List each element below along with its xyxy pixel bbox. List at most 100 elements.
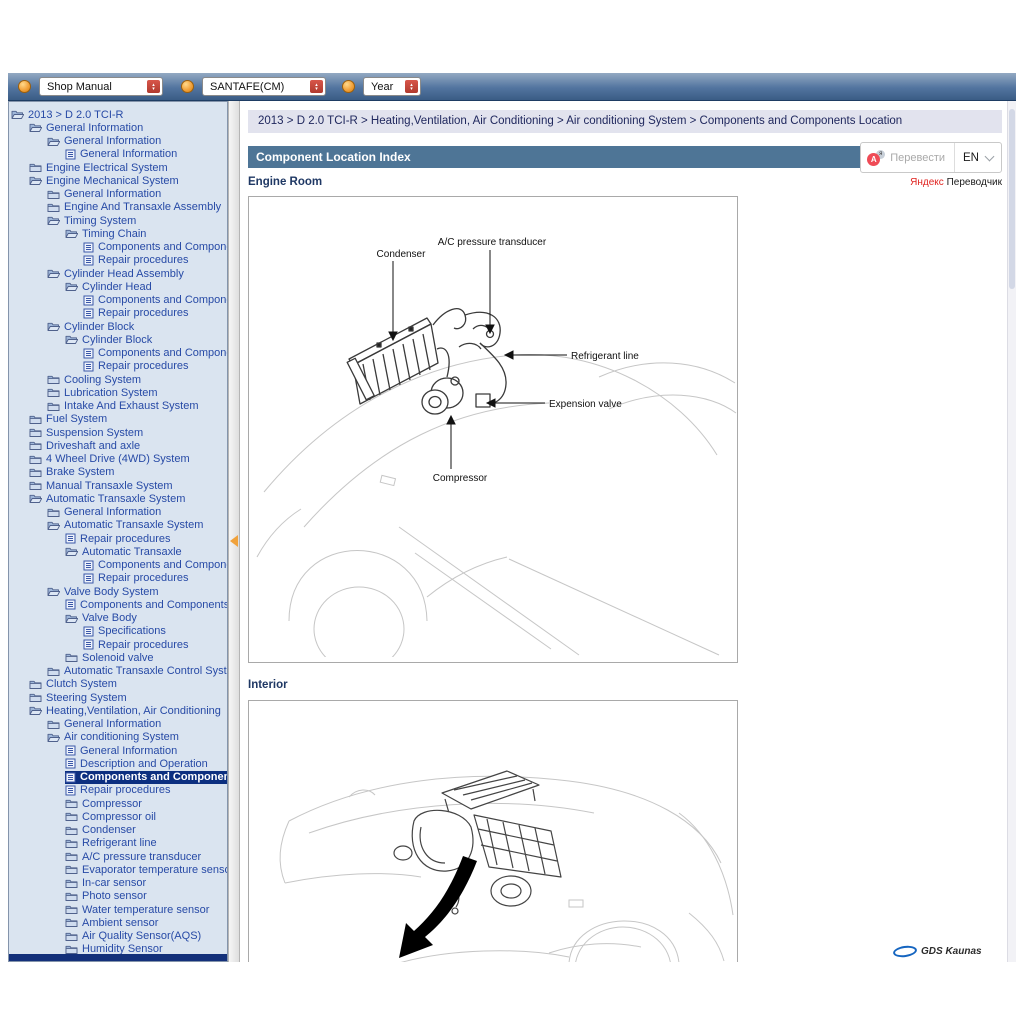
tree-item[interactable]: Steering System bbox=[9, 691, 227, 704]
select-stepper-icon[interactable] bbox=[147, 80, 160, 93]
tree-item[interactable]: Air conditioning System bbox=[9, 731, 227, 744]
tree-item[interactable]: Repair procedures bbox=[9, 254, 227, 267]
tree-item[interactable]: Photo sensor bbox=[9, 890, 227, 903]
tree-item[interactable]: General Information bbox=[9, 121, 227, 134]
tree-item[interactable]: Evaporator temperature sensor bbox=[9, 863, 227, 876]
tree-item[interactable]: General Information bbox=[9, 135, 227, 148]
translate-widget[interactable]: я А Перевести EN bbox=[860, 142, 1002, 173]
tree-item[interactable]: Repair procedures bbox=[9, 532, 227, 545]
folder-open-icon bbox=[47, 520, 60, 531]
tree-item[interactable]: Refrigerant line bbox=[9, 837, 227, 850]
tree-item[interactable]: Ambient sensor bbox=[9, 916, 227, 929]
tree-item[interactable]: General Information bbox=[9, 744, 227, 757]
tree-item[interactable]: Valve Body System bbox=[9, 585, 227, 598]
vertical-scrollbar[interactable] bbox=[1007, 101, 1016, 962]
tree-item[interactable]: Driveshaft and axle bbox=[9, 439, 227, 452]
tree-item[interactable]: Humidity Sensor bbox=[9, 943, 227, 956]
tree-item-label: Ambient sensor bbox=[82, 917, 158, 929]
tree-item[interactable]: Engine And Transaxle Assembly bbox=[9, 201, 227, 214]
tree-item[interactable]: Automatic Transaxle Control System bbox=[9, 665, 227, 678]
orange-dot-icon[interactable] bbox=[181, 80, 194, 93]
tree-item[interactable]: Valve Body bbox=[9, 612, 227, 625]
yandex-brand[interactable]: Яндекс Переводчик bbox=[910, 177, 1002, 188]
folder-closed-icon bbox=[47, 719, 60, 730]
tree-item[interactable]: Lubrication System bbox=[9, 386, 227, 399]
translate-button[interactable]: Перевести bbox=[890, 147, 945, 169]
tree-item[interactable]: Clutch System bbox=[9, 678, 227, 691]
language-value: EN bbox=[963, 147, 979, 169]
tree-item[interactable]: Manual Transaxle System bbox=[9, 479, 227, 492]
tree-item[interactable]: Components and Components Location bbox=[9, 241, 227, 254]
tree-item[interactable]: Brake System bbox=[9, 466, 227, 479]
tree-item[interactable]: Suspension System bbox=[9, 426, 227, 439]
tree-item-label: Automatic Transaxle bbox=[82, 546, 182, 558]
tree-item-label: Timing System bbox=[64, 215, 136, 227]
tree-item[interactable]: Cylinder Block bbox=[9, 333, 227, 346]
tree-item[interactable]: General Information bbox=[9, 718, 227, 731]
collapse-sidebar-icon[interactable] bbox=[230, 535, 238, 547]
tree-item[interactable]: Timing System bbox=[9, 214, 227, 227]
tree-item[interactable]: Description and Operation bbox=[9, 757, 227, 770]
tree-item[interactable]: Timing Chain bbox=[9, 227, 227, 240]
tree-item[interactable]: In-car sensor bbox=[9, 877, 227, 890]
tree-item[interactable]: Automatic Transaxle bbox=[9, 545, 227, 558]
folder-closed-icon bbox=[47, 189, 60, 200]
tree-item[interactable]: Repair procedures bbox=[9, 307, 227, 320]
tree-item[interactable]: Fuel System bbox=[9, 413, 227, 426]
tree-item[interactable]: General Information bbox=[9, 148, 227, 161]
refrigerant-line-label: Refrigerant line bbox=[571, 351, 639, 362]
tree-item[interactable]: A/C pressure transducer bbox=[9, 850, 227, 863]
tree-item[interactable]: Water temperature sensor bbox=[9, 903, 227, 916]
tree-item[interactable]: Repair procedures bbox=[9, 638, 227, 651]
folder-closed-icon bbox=[65, 825, 78, 836]
folder-closed-icon bbox=[65, 798, 78, 809]
tree-item[interactable]: Components and Components Location bbox=[9, 294, 227, 307]
manual-type-select[interactable]: Shop Manual bbox=[39, 77, 163, 96]
tree-item[interactable]: Repair procedures bbox=[9, 784, 227, 797]
tree-item-label: Repair procedures bbox=[98, 572, 189, 584]
tree-item[interactable]: Compressor bbox=[9, 797, 227, 810]
tree-item-label: Manual Transaxle System bbox=[46, 480, 173, 492]
tree-item[interactable]: General Information bbox=[9, 188, 227, 201]
tree-item[interactable]: Condenser bbox=[9, 824, 227, 837]
tree-item[interactable]: Cooling System bbox=[9, 373, 227, 386]
tree-item[interactable]: Solenoid valve bbox=[9, 651, 227, 664]
panel-splitter[interactable] bbox=[228, 101, 240, 962]
tree-item[interactable]: Repair procedures bbox=[9, 572, 227, 585]
folder-closed-icon bbox=[29, 414, 42, 425]
tree-item-label: Brake System bbox=[46, 466, 114, 478]
tree-item[interactable]: Automatic Transaxle System bbox=[9, 519, 227, 532]
year-select[interactable]: Year bbox=[363, 77, 421, 96]
select-stepper-icon[interactable] bbox=[310, 80, 323, 93]
tree-item[interactable]: Components and Components Location bbox=[9, 559, 227, 572]
tree-item[interactable]: Repair procedures bbox=[9, 360, 227, 373]
orange-dot-icon[interactable] bbox=[18, 80, 31, 93]
tree-item[interactable]: Compressor oil bbox=[9, 810, 227, 823]
tree-item-label: Refrigerant line bbox=[82, 837, 157, 849]
tree-item[interactable]: Intake And Exhaust System bbox=[9, 400, 227, 413]
tree-item[interactable]: Components and Components Location bbox=[9, 347, 227, 360]
tree-item[interactable]: Cylinder Head bbox=[9, 280, 227, 293]
vehicle-select[interactable]: SANTAFE(CM) bbox=[202, 77, 326, 96]
document-icon bbox=[83, 573, 94, 584]
orange-dot-icon[interactable] bbox=[342, 80, 355, 93]
folder-closed-icon bbox=[29, 480, 42, 491]
tree-item[interactable]: Air Quality Sensor(AQS) bbox=[9, 930, 227, 943]
tree-item[interactable]: Automatic Transaxle System bbox=[9, 492, 227, 505]
tree-item[interactable]: 2013 > D 2.0 TCI-R bbox=[9, 108, 227, 121]
tree-item[interactable]: Specifications bbox=[9, 625, 227, 638]
tree-item-label: Fuel System bbox=[46, 413, 107, 425]
tree-item[interactable]: Components and Components Location bbox=[9, 598, 227, 611]
language-select[interactable]: EN bbox=[954, 143, 1001, 172]
tree-item[interactable]: 4 Wheel Drive (4WD) System bbox=[9, 453, 227, 466]
tree-item[interactable]: Engine Electrical System bbox=[9, 161, 227, 174]
folder-open-icon bbox=[65, 613, 78, 624]
tree-item[interactable]: Components and Components Location bbox=[9, 771, 227, 784]
tree-item[interactable]: Cylinder Block bbox=[9, 320, 227, 333]
select-stepper-icon[interactable] bbox=[405, 80, 418, 93]
tree-item[interactable]: Heating,Ventilation, Air Conditioning bbox=[9, 704, 227, 717]
tree-item[interactable]: Cylinder Head Assembly bbox=[9, 267, 227, 280]
scrollbar-thumb[interactable] bbox=[1009, 109, 1015, 289]
tree-item[interactable]: General Information bbox=[9, 506, 227, 519]
tree-item[interactable]: Engine Mechanical System bbox=[9, 174, 227, 187]
